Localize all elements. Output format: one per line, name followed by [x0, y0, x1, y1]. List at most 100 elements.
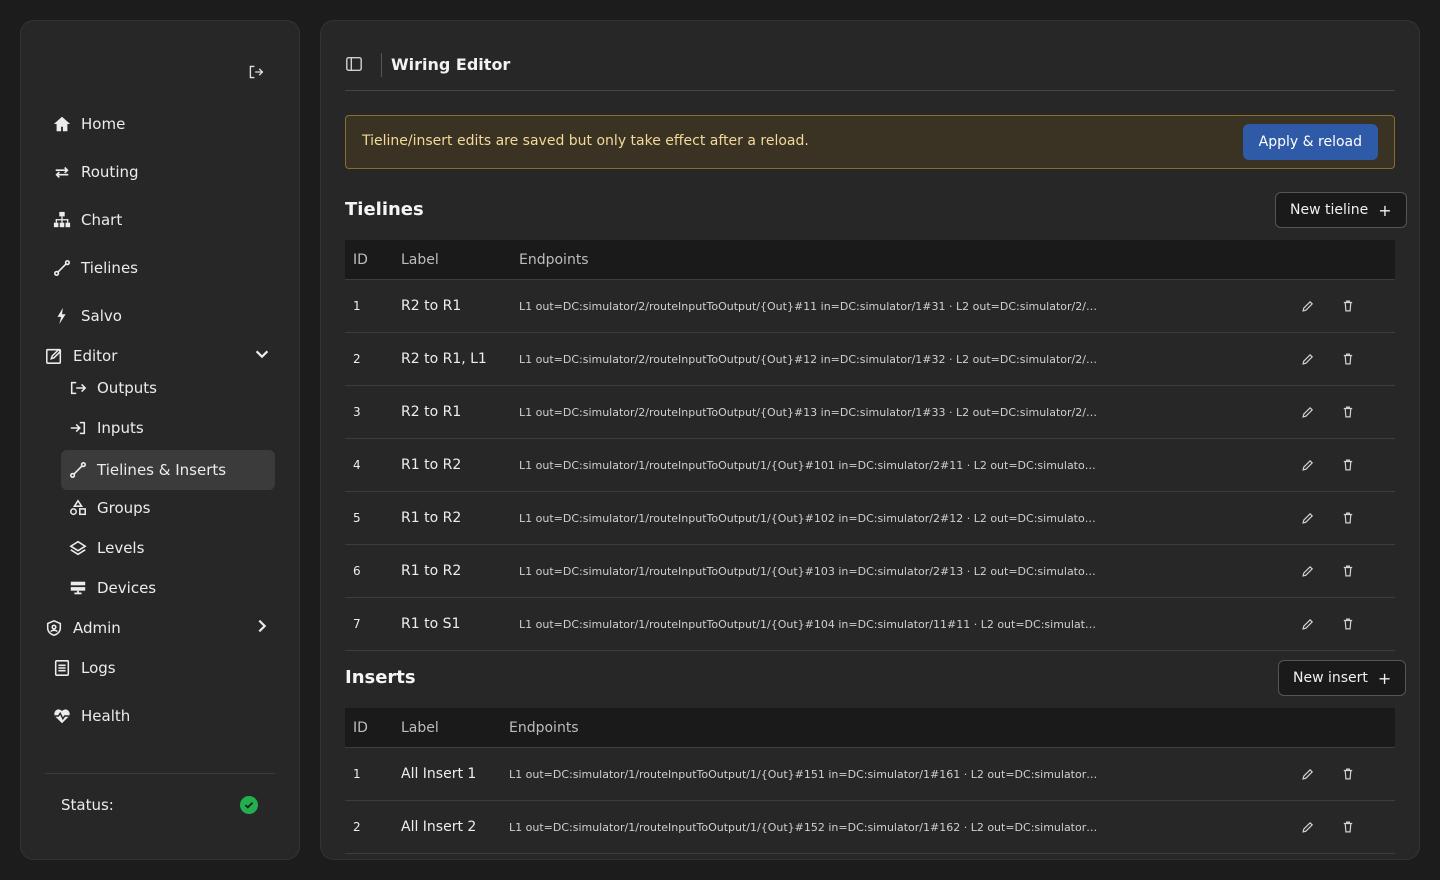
heart-pulse-icon: [53, 707, 71, 725]
sidebar-item-label: Groups: [97, 499, 151, 517]
row-endpoints: L1 out=DC:simulator/1/routeInputToOutput…: [519, 617, 1125, 631]
row-id: 1: [353, 299, 361, 313]
sidebar-subitem-inputs[interactable]: Inputs: [69, 410, 275, 446]
swap-arrows-icon: [53, 163, 71, 181]
sidebar-item-routing[interactable]: Routing: [53, 154, 139, 190]
layers-icon: [69, 539, 87, 557]
table-row: 1 All Insert 1 L1 out=DC:simulator/1/route…: [345, 748, 1395, 801]
sidebar-item-health[interactable]: Health: [53, 698, 130, 734]
table-row: 7 R1 to S1 L1 out=DC:simulator/1/routeInpu…: [345, 598, 1395, 651]
status-label: Status:: [61, 796, 114, 814]
row-id: 5: [353, 511, 361, 525]
edit-pencil-icon[interactable]: [1299, 297, 1317, 315]
row-id: 4: [353, 458, 361, 472]
edit-pencil-icon[interactable]: [1299, 562, 1317, 580]
sidebar-item-label: Admin: [73, 619, 121, 637]
delete-trash-icon[interactable]: [1339, 297, 1357, 315]
table-row: 2 All Insert 2 L1 out=DC:simulator/1/route…: [345, 801, 1395, 854]
sidebar-item-tielines[interactable]: Tielines: [53, 250, 138, 286]
delete-trash-icon[interactable]: [1339, 615, 1357, 633]
row-actions: [1299, 456, 1395, 474]
delete-trash-icon[interactable]: [1339, 562, 1357, 580]
row-label: R1 to S1: [401, 616, 461, 632]
delete-trash-icon[interactable]: [1339, 818, 1357, 836]
sidebar-item-label: Logs: [81, 659, 116, 677]
table-row: 3 R2 to R1 L1 out=DC:simulator/2/routeInpu…: [345, 386, 1395, 439]
row-label: R1 to R2: [401, 510, 462, 526]
sidebar-item-label: Outputs: [97, 379, 157, 397]
new-tieline-button[interactable]: New tieline +: [1275, 192, 1407, 228]
sidebar-item-editor[interactable]: Editor: [45, 338, 275, 374]
shapes-icon: [69, 499, 87, 517]
sidebar-subitem-devices[interactable]: Devices: [69, 570, 275, 606]
row-label: R2 to R1: [401, 404, 462, 420]
sidebar-item-logs[interactable]: Logs: [53, 650, 116, 686]
row-actions: [1299, 403, 1395, 421]
row-endpoints: L1 out=DC:simulator/1/routeInputToOutput…: [519, 511, 1125, 525]
edit-pencil-icon[interactable]: [1299, 615, 1317, 633]
row-endpoints: L1 out=DC:simulator/1/routeInputToOutput…: [519, 564, 1125, 578]
chevron-down-icon: [253, 345, 271, 367]
logout-icon[interactable]: [245, 61, 267, 83]
sidebar-item-label: Salvo: [81, 307, 122, 325]
delete-trash-icon[interactable]: [1339, 509, 1357, 527]
apply-reload-button[interactable]: Apply & reload: [1242, 124, 1378, 160]
edit-square-icon: [45, 347, 63, 365]
delete-trash-icon[interactable]: [1339, 456, 1357, 474]
row-label: R1 to R2: [401, 563, 462, 579]
sidebar-toggle-icon[interactable]: [345, 55, 365, 75]
row-actions: [1299, 765, 1395, 783]
delete-trash-icon[interactable]: [1339, 403, 1357, 421]
inserts-title: Inserts: [345, 667, 416, 688]
row-actions: [1299, 562, 1395, 580]
table-row: 1 R2 to R1 L1 out=DC:simulator/2/routeInpu…: [345, 280, 1395, 333]
sidebar-item-label: Home: [81, 115, 126, 133]
sidebar-item-chart[interactable]: Chart: [53, 202, 122, 238]
edit-pencil-icon[interactable]: [1299, 818, 1317, 836]
sidebar-item-label: Tielines & Inserts: [97, 461, 227, 479]
edit-pencil-icon[interactable]: [1299, 765, 1317, 783]
sidebar-item-label: Chart: [81, 211, 123, 229]
sidebar-item-admin[interactable]: Admin: [45, 610, 275, 646]
row-id: 1: [353, 767, 361, 781]
plus-icon: +: [1377, 668, 1392, 688]
row-actions: [1299, 509, 1395, 527]
sidebar-item-label: Editor: [73, 347, 118, 365]
col-label: Label: [401, 251, 439, 268]
separator: [381, 53, 382, 77]
delete-trash-icon[interactable]: [1339, 765, 1357, 783]
input-arrow-icon: [69, 419, 87, 437]
sidebar-item-home[interactable]: Home: [53, 106, 125, 142]
edit-pencil-icon[interactable]: [1299, 403, 1317, 421]
sidebar-subitem-levels[interactable]: Levels: [69, 530, 275, 566]
page-title: Wiring Editor: [391, 55, 511, 74]
table-row: 6 R1 to R2 L1 out=DC:simulator/1/routeInpu…: [345, 545, 1395, 598]
row-endpoints: L1 out=DC:simulator/1/routeInputToOutput…: [519, 458, 1125, 472]
new-insert-button[interactable]: New insert +: [1278, 660, 1407, 696]
main-panel: Wiring Editor Tieline/insert edits are s…: [320, 20, 1420, 860]
link-line-icon: [69, 461, 87, 479]
sidebar-subitem-groups[interactable]: Groups: [69, 490, 275, 526]
edit-pencil-icon[interactable]: [1299, 350, 1317, 368]
row-id: 7: [353, 617, 361, 631]
chevron-right-icon: [253, 617, 271, 639]
row-id: 2: [353, 820, 361, 834]
sidebar-item-salvo[interactable]: Salvo: [53, 298, 122, 334]
col-label: Label: [401, 719, 439, 736]
sidebar-item-label: Levels: [97, 539, 145, 557]
table-row: 2 R2 to R1, L1 L1 out=DC:simulator/2/route…: [345, 333, 1395, 386]
output-arrow-icon: [69, 379, 87, 397]
delete-trash-icon[interactable]: [1339, 350, 1357, 368]
row-endpoints: L1 out=DC:simulator/1/routeInputToOutput…: [509, 767, 1115, 781]
row-actions: [1299, 615, 1395, 633]
row-id: 3: [353, 405, 361, 419]
row-endpoints: L1 out=DC:simulator/1/routeInputToOutput…: [509, 820, 1115, 834]
sidebar-subitem-outputs[interactable]: Outputs: [69, 370, 275, 406]
edit-pencil-icon[interactable]: [1299, 456, 1317, 474]
edit-pencil-icon[interactable]: [1299, 509, 1317, 527]
sidebar-subitem-tielines-inserts[interactable]: Tielines & Inserts: [61, 450, 275, 490]
plus-icon: +: [1378, 200, 1392, 220]
sidebar: Home Routing Chart Tielines Salvo Editor…: [20, 20, 300, 860]
bolt-icon: [53, 307, 71, 325]
home-icon: [53, 115, 71, 133]
